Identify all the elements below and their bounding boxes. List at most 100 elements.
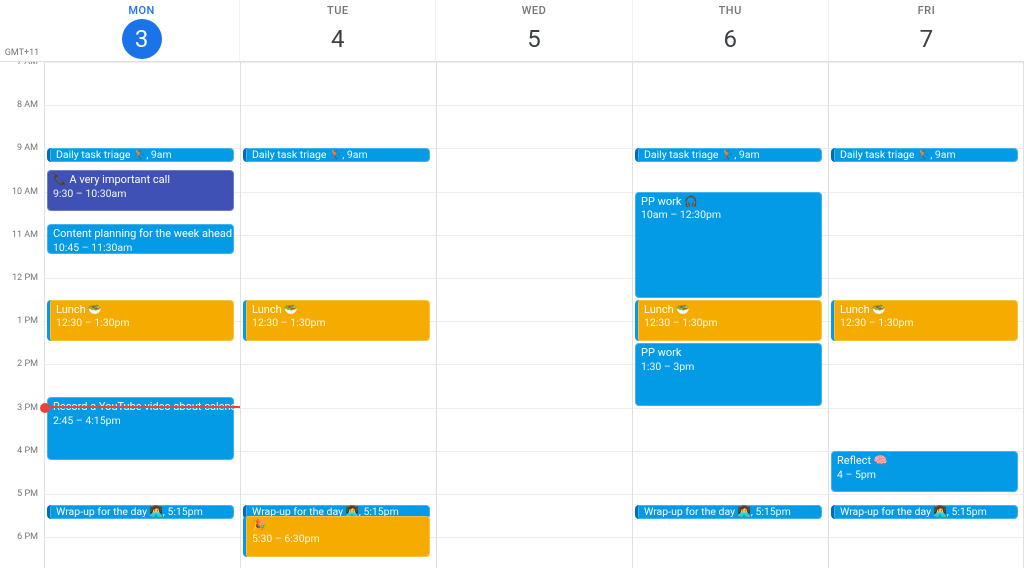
event-time: 1:30 – 3pm	[641, 360, 694, 373]
event-time: 5:15pm	[163, 505, 203, 518]
event-title: 📞 A very important call	[53, 173, 170, 186]
day-number-button[interactable]: 3	[122, 19, 162, 59]
hour-gridline	[241, 451, 436, 452]
day-of-week-label: MON	[128, 4, 155, 17]
hour-label: 10 AM	[12, 187, 38, 197]
hour-gridline	[829, 278, 1024, 279]
hour-gridline	[45, 105, 240, 106]
hour-gridline	[829, 494, 1024, 495]
event-title: Wrap-up for the day 👩‍💻	[56, 505, 163, 518]
calendar-event[interactable]: Wrap-up for the day 👩‍💻5:15pm	[635, 505, 822, 519]
hour-label: 3 PM	[17, 403, 38, 413]
hour-gridline	[633, 408, 828, 409]
hour-gridline	[241, 494, 436, 495]
day-column[interactable]: Daily task triage 🏌️9am Lunch 🥗12:30 – 1:…	[240, 62, 436, 568]
day-column[interactable]	[436, 62, 632, 568]
day-column[interactable]: Daily task triage 🏌️9am PP work 🎧10am – 1…	[632, 62, 828, 568]
event-title: PP work 🎧	[641, 195, 698, 208]
event-time: 9am	[146, 148, 172, 161]
hour-gridline	[633, 62, 828, 63]
calendar-event[interactable]: Lunch 🥗12:30 – 1:30pm	[47, 300, 234, 341]
day-columns[interactable]: Daily task triage 🏌️9am📞 A very importan…	[44, 62, 1024, 568]
hour-gridline	[829, 192, 1024, 193]
hour-gridline	[241, 364, 436, 365]
calendar-event[interactable]: PP work1:30 – 3pm	[635, 343, 822, 406]
calendar-event[interactable]: Daily task triage 🏌️9am	[243, 148, 430, 162]
hour-gridline	[45, 364, 240, 365]
calendar-event[interactable]: Lunch 🥗12:30 – 1:30pm	[831, 300, 1018, 341]
event-time: 10am – 12:30pm	[641, 208, 721, 221]
event-time: 9:30 – 10:30am	[53, 187, 126, 200]
hour-gridline	[45, 278, 240, 279]
hour-label: 12 PM	[12, 273, 38, 283]
calendar-event[interactable]: Daily task triage 🏌️9am	[831, 148, 1018, 162]
calendar-event[interactable]: Daily task triage 🏌️9am	[635, 148, 822, 162]
calendar-event[interactable]: 📞 A very important call9:30 – 10:30am	[47, 170, 234, 211]
hour-gridline	[437, 364, 632, 365]
event-time: 9am	[734, 148, 760, 161]
day-column[interactable]: Daily task triage 🏌️9am 📞 A very importan…	[44, 62, 240, 568]
hour-gridline	[437, 537, 632, 538]
day-column[interactable]: Daily task triage 🏌️9am Lunch 🥗12:30 – 1:…	[828, 62, 1024, 568]
calendar-event[interactable]: Daily task triage 🏌️9am	[47, 148, 234, 162]
calendar-event[interactable]: Lunch 🥗12:30 – 1:30pm	[243, 300, 430, 341]
event-title: Content planning for the week ahead	[53, 227, 232, 240]
day-number-button[interactable]: 4	[318, 19, 358, 59]
hour-gridline	[829, 408, 1024, 409]
hour-gridline	[437, 408, 632, 409]
event-time: 9am	[342, 148, 368, 161]
hour-gridline	[241, 278, 436, 279]
event-title: Lunch 🥗	[56, 303, 102, 316]
event-title: Daily task triage 🏌️	[644, 148, 734, 161]
calendar-grid[interactable]: 7 AM8 AM9 AM10 AM11 AM12 PM1 PM2 PM3 PM4…	[0, 62, 1024, 568]
hour-gridline	[633, 494, 828, 495]
hour-gridline	[437, 62, 632, 63]
hour-gridline	[633, 537, 828, 538]
event-time: 9am	[930, 148, 956, 161]
event-time: 5:15pm	[751, 505, 791, 518]
day-of-week-label: FRI	[918, 4, 936, 17]
calendar-week-view: GMT+11 MON3TUE4WED5THU6FRI7 7 AM8 AM9 AM…	[0, 0, 1024, 568]
calendar-event[interactable]: Wrap-up for the day 👩‍💻5:15pm	[831, 505, 1018, 519]
event-title: Lunch 🥗	[252, 303, 298, 316]
hour-gridline	[241, 235, 436, 236]
event-time: 10:45 – 11:30am	[53, 241, 132, 254]
event-title: Daily task triage 🏌️	[252, 148, 342, 161]
event-time: 5:15pm	[947, 505, 987, 518]
event-time: 5:30 – 6:30pm	[252, 532, 320, 545]
calendar-event[interactable]: Lunch 🥗12:30 – 1:30pm	[635, 300, 822, 341]
day-number-button[interactable]: 5	[514, 19, 554, 59]
day-number-button[interactable]: 7	[906, 19, 946, 59]
hour-label: 9 AM	[17, 143, 38, 153]
hour-gridline	[241, 105, 436, 106]
hour-gridline	[241, 192, 436, 193]
hour-label: 1 PM	[17, 316, 38, 326]
current-time-indicator	[45, 406, 240, 408]
hour-gridline	[437, 192, 632, 193]
event-title: Wrap-up for the day 👩‍💻	[644, 505, 751, 518]
event-title: PP work	[641, 346, 681, 359]
hour-label: 11 AM	[12, 230, 38, 240]
day-of-week-label: WED	[522, 4, 547, 17]
hour-gridline	[437, 321, 632, 322]
hour-gridline	[829, 105, 1024, 106]
hour-label: 8 AM	[17, 100, 38, 110]
event-title: Reflect 🧠	[837, 454, 887, 467]
hour-gridline	[437, 451, 632, 452]
day-number-button[interactable]: 6	[710, 19, 750, 59]
hour-gridline	[45, 494, 240, 495]
day-header: WED 5	[435, 0, 631, 61]
calendar-event[interactable]: Wrap-up for the day 👩‍💻5:15pm	[47, 505, 234, 519]
hour-label: 5 PM	[17, 489, 38, 499]
calendar-event[interactable]: 🎉5:30 – 6:30pm	[243, 516, 430, 557]
calendar-event[interactable]: PP work 🎧10am – 12:30pm	[635, 192, 822, 298]
event-time: 4 – 5pm	[837, 468, 876, 481]
calendar-event[interactable]: Reflect 🧠4 – 5pm	[831, 451, 1018, 492]
day-header: THU6	[632, 0, 828, 61]
event-title: Wrap-up for the day 👩‍💻	[840, 505, 947, 518]
event-title: 🎉	[252, 519, 266, 532]
calendar-event[interactable]: Content planning for the week ahead10:45…	[47, 224, 234, 254]
hour-gridline	[437, 494, 632, 495]
day-of-week-label: TUE	[327, 4, 349, 17]
calendar-header-row: GMT+11 MON3TUE4WED5THU6FRI7	[0, 0, 1024, 62]
